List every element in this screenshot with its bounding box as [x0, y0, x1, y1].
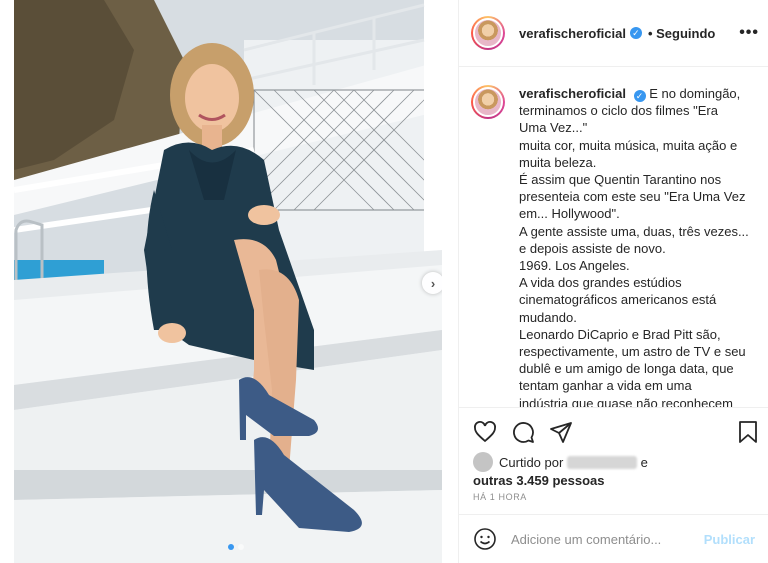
- bookmark-icon[interactable]: [737, 420, 759, 444]
- likes-count-link[interactable]: outras 3.459 pessoas: [473, 473, 605, 488]
- caption-line: cinematográficos americanos está: [519, 292, 717, 308]
- heart-icon[interactable]: [473, 420, 497, 444]
- post-photo-illustration: [14, 0, 442, 563]
- caption-line: presenteia com este seu "Era Uma Vez: [519, 189, 746, 205]
- caption-line: respectivamente, um astro de TV e seu: [519, 344, 746, 360]
- carousel-indicator: [228, 544, 244, 550]
- action-bar: [459, 407, 768, 455]
- post-photo[interactable]: ›: [14, 0, 442, 563]
- caption-line: em... Hollywood".: [519, 206, 620, 222]
- follow-status[interactable]: • Seguindo: [648, 26, 715, 41]
- caption-line: e depois assiste de novo.: [519, 240, 666, 256]
- caption-line: mudando.: [519, 309, 577, 325]
- liker-username-blurred[interactable]: [566, 456, 637, 469]
- liked-by-suffix: e: [640, 455, 648, 470]
- caption-line: A vida dos grandes estúdios: [519, 275, 682, 291]
- liker-avatar[interactable]: [473, 452, 493, 472]
- more-options-icon[interactable]: •••: [739, 24, 759, 42]
- caption-line: tentam ganhar a vida em uma: [519, 378, 692, 394]
- verified-badge-icon: ✓: [633, 90, 646, 102]
- chevron-right-icon[interactable]: ›: [422, 272, 442, 294]
- carousel-dot: [238, 544, 244, 550]
- caption-line: E no domingão,: [649, 86, 741, 101]
- comment-bar: Publicar: [459, 514, 768, 563]
- caption-line: Uma Vez...": [519, 120, 588, 136]
- caption-line: É assim que Quentin Tarantino nos: [519, 172, 722, 188]
- post-header: verafischeroficial ✓ • Seguindo •••: [459, 0, 768, 67]
- post-timestamp[interactable]: HÁ 1 HORA: [473, 492, 527, 502]
- caption-scroll-area[interactable]: verafischeroficial ✓ E no domingão, term…: [459, 67, 768, 407]
- caption-line: A gente assiste uma, duas, três vezes...: [519, 223, 749, 239]
- verified-badge-icon: ✓: [629, 27, 642, 39]
- caption-line: 1969. Los Angeles.: [519, 258, 630, 274]
- caption: verafischeroficial ✓ E no domingão, term…: [471, 85, 757, 407]
- caption-text: verafischeroficial ✓ E no domingão, term…: [519, 85, 753, 407]
- author-username[interactable]: verafischeroficial: [519, 26, 626, 41]
- caption-line: Leonardo DiCaprio e Brad Pitt são,: [519, 326, 721, 342]
- post-sidebar: verafischeroficial ✓ • Seguindo ••• vera…: [458, 0, 768, 563]
- publish-button[interactable]: Publicar: [704, 532, 755, 547]
- comment-icon[interactable]: [511, 420, 535, 444]
- caption-line: terminamos o ciclo dos filmes "Era: [519, 103, 718, 119]
- emoji-icon[interactable]: [473, 527, 497, 551]
- liked-by-prefix: Curtido por: [499, 455, 564, 470]
- caption-line: indústria que quase não reconhecem: [519, 395, 733, 407]
- caption-line: muita beleza.: [519, 154, 597, 170]
- caption-author-avatar[interactable]: [471, 85, 505, 119]
- caption-author-username[interactable]: verafischeroficial: [519, 86, 626, 101]
- caption-line: dublê e um amigo de longa data, que: [519, 361, 734, 377]
- author-avatar[interactable]: [471, 16, 505, 50]
- carousel-dot-active: [228, 544, 234, 550]
- likes-summary: Curtido por e outras 3.459 pessoas: [473, 452, 763, 490]
- share-icon[interactable]: [549, 420, 573, 444]
- comment-input[interactable]: [511, 531, 701, 547]
- caption-line: muita cor, muita música, muita ação e: [519, 137, 738, 153]
